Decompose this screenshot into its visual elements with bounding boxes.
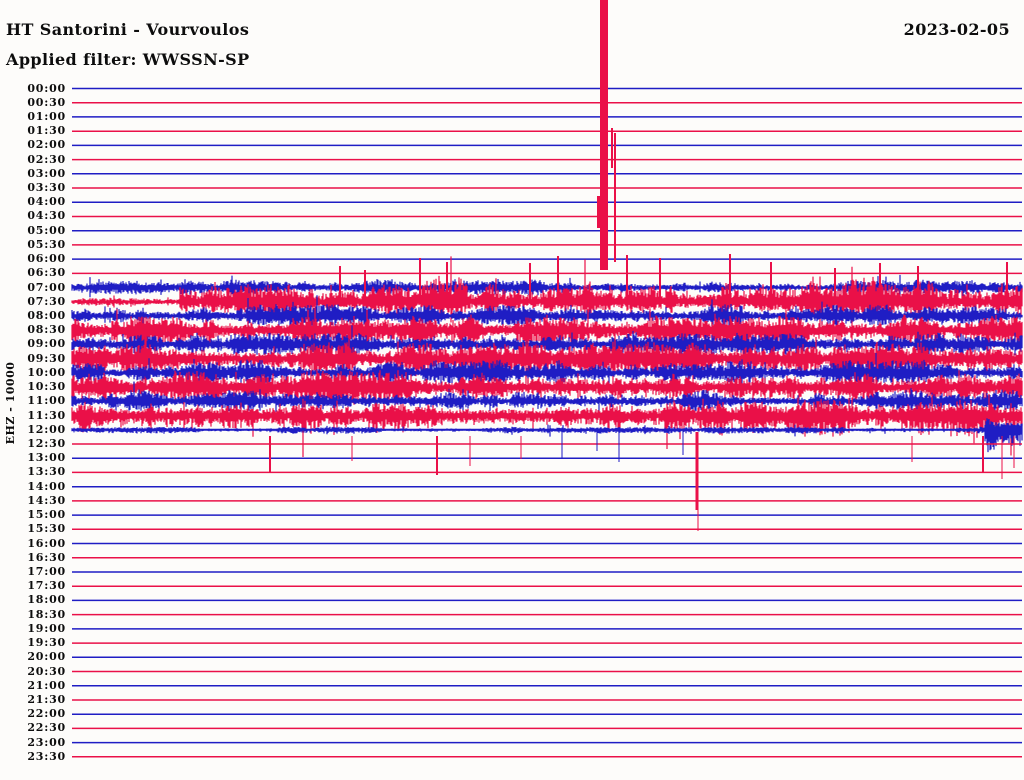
- helicorder-screen: HT Santorini - Vourvoulos 2023-02-05 App…: [0, 0, 1024, 780]
- seismogram-plot: [71, 0, 1023, 758]
